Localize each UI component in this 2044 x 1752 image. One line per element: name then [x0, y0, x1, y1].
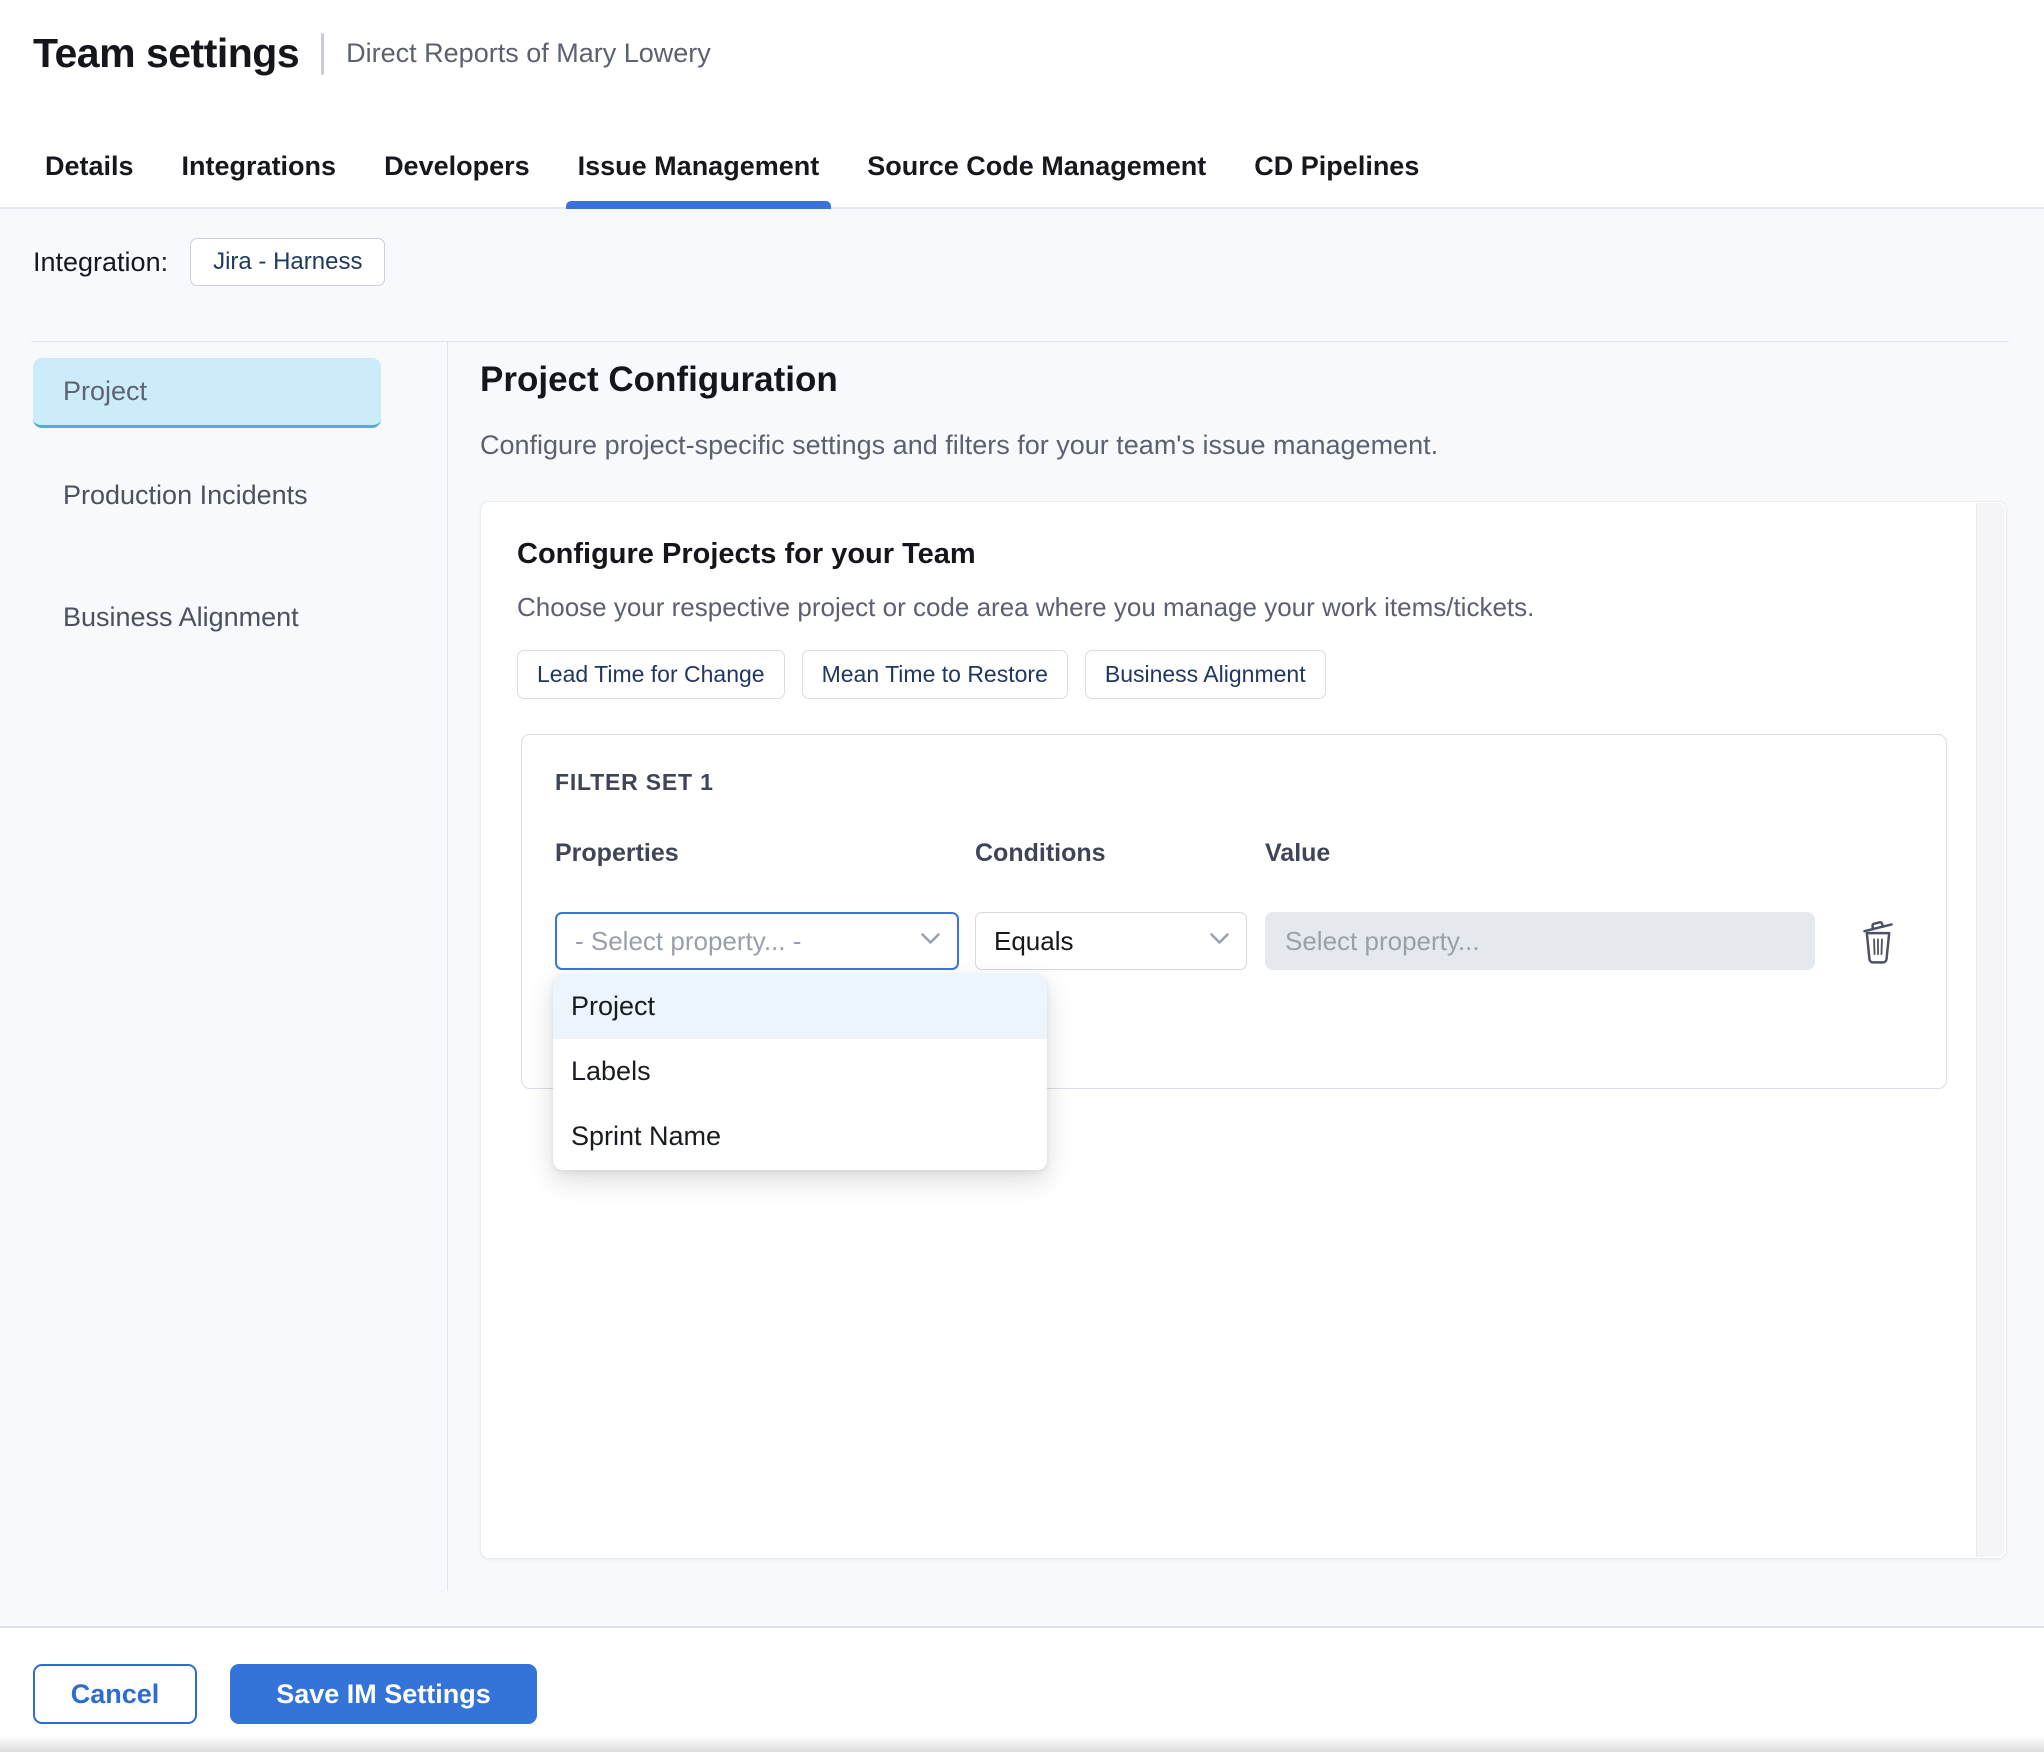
- sidebar: Project Production Incidents Business Al…: [31, 342, 448, 1591]
- condition-select-value: Equals: [994, 925, 1074, 956]
- content-pane: Project Configuration Configure project-…: [448, 342, 2009, 1591]
- card-title: Configure Projects for your Team: [517, 538, 976, 570]
- title-divider: [321, 32, 325, 75]
- panes-container: Project Production Incidents Business Al…: [31, 341, 2009, 1591]
- card-scrollbar-track[interactable]: [1976, 503, 2005, 1557]
- page-title: Team settings: [33, 30, 300, 76]
- tab-details[interactable]: Details: [45, 126, 134, 207]
- bottom-edge-fade: [0, 1736, 2044, 1752]
- integration-row: Integration: Jira - Harness: [33, 238, 386, 286]
- cancel-button[interactable]: Cancel: [33, 1664, 197, 1724]
- chip-business-alignment[interactable]: Business Alignment: [1084, 650, 1326, 699]
- column-label-conditions: Conditions: [975, 839, 1106, 867]
- tab-bar: Details Integrations Developers Issue Ma…: [0, 126, 2044, 209]
- dropdown-option-labels[interactable]: Labels: [553, 1039, 1047, 1104]
- filter-set-title: FILTER SET 1: [555, 769, 714, 795]
- tab-cd-pipelines[interactable]: CD Pipelines: [1254, 126, 1419, 207]
- chevron-down-icon: [920, 932, 941, 950]
- sidebar-item-project[interactable]: Project: [33, 358, 381, 428]
- value-input[interactable]: [1265, 912, 1815, 970]
- dropdown-option-sprint-name[interactable]: Sprint Name: [553, 1104, 1047, 1169]
- sidebar-item-production-incidents[interactable]: Production Incidents: [33, 460, 381, 530]
- page-subtitle: Direct Reports of Mary Lowery: [346, 38, 711, 68]
- integration-label: Integration:: [33, 246, 169, 277]
- trash-icon: [1858, 918, 1898, 967]
- condition-select[interactable]: Equals: [975, 912, 1247, 970]
- footer: Cancel Save IM Settings: [0, 1626, 2044, 1752]
- save-im-settings-button[interactable]: Save IM Settings: [230, 1664, 537, 1724]
- chevron-down-icon: [1209, 932, 1230, 950]
- tab-source-code-management[interactable]: Source Code Management: [867, 126, 1206, 207]
- chip-mean-time-to-restore[interactable]: Mean Time to Restore: [801, 650, 1068, 699]
- section-title: Project Configuration: [480, 360, 838, 399]
- tab-integrations[interactable]: Integrations: [182, 126, 337, 207]
- section-description: Configure project-specific settings and …: [480, 430, 1439, 460]
- dropdown-option-project[interactable]: Project: [553, 974, 1047, 1039]
- column-label-value: Value: [1265, 839, 1331, 867]
- tab-developers[interactable]: Developers: [384, 126, 530, 207]
- header: Team settings Direct Reports of Mary Low…: [0, 0, 2044, 126]
- delete-filter-button[interactable]: [1854, 918, 1902, 966]
- tab-issue-management[interactable]: Issue Management: [565, 126, 831, 209]
- column-label-properties: Properties: [555, 839, 679, 867]
- property-select[interactable]: - Select property... -: [555, 912, 959, 970]
- metric-chip-row: Lead Time for Change Mean Time to Restor…: [517, 650, 1326, 699]
- card-description: Choose your respective project or code a…: [517, 592, 1535, 622]
- chip-lead-time-for-change[interactable]: Lead Time for Change: [517, 650, 785, 699]
- property-dropdown: Project Labels Sprint Name: [553, 974, 1047, 1170]
- sidebar-item-business-alignment[interactable]: Business Alignment: [33, 582, 381, 652]
- integration-chip[interactable]: Jira - Harness: [190, 238, 386, 286]
- property-select-placeholder: - Select property... -: [575, 925, 802, 956]
